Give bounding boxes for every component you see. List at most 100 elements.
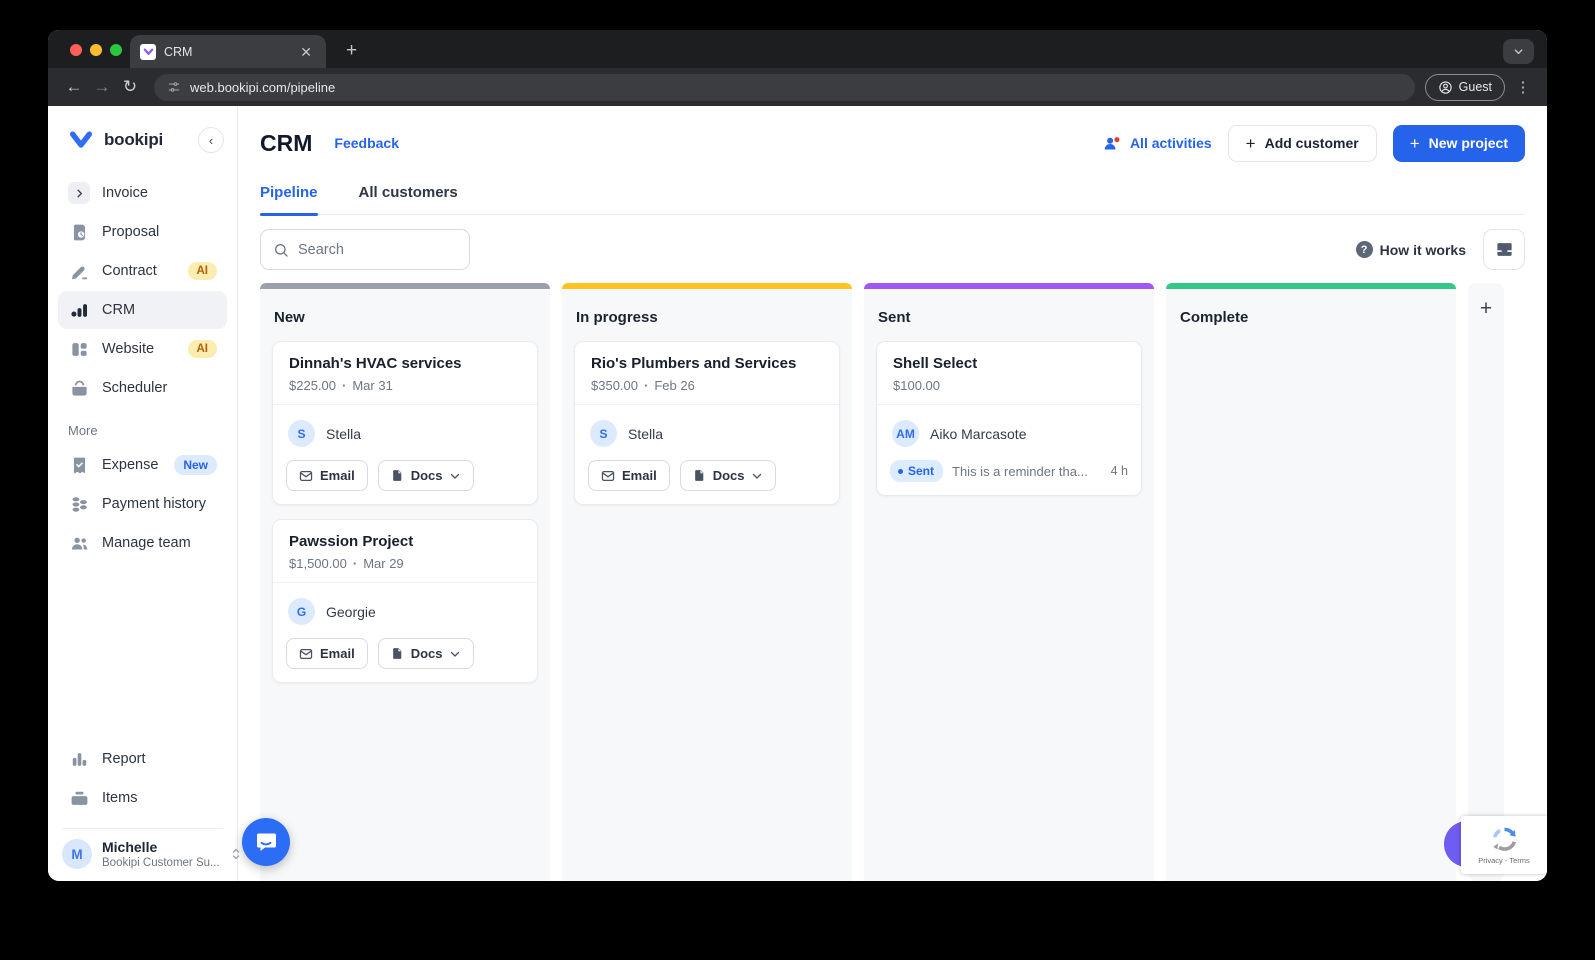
- activities-icon: [1104, 136, 1120, 149]
- site-settings-icon[interactable]: [167, 80, 181, 94]
- pipeline-card[interactable]: Rio's Plumbers and Services $350.00 Feb 26…: [574, 341, 840, 505]
- activity-time: 4 h: [1110, 464, 1128, 478]
- new-tab-button[interactable]: +: [340, 40, 363, 62]
- card-header: Dinnah's HVAC services $225.00 Mar 31: [273, 342, 537, 404]
- sidebar-item-items[interactable]: Items: [58, 779, 227, 817]
- screen: CRM ✕ + ← → ↻ web.bookipi.com/pipeline G…: [0, 0, 1595, 960]
- contact-row: S Stella: [288, 420, 522, 447]
- sidebar-item-label: Contract: [102, 263, 157, 279]
- contact-name: Stella: [326, 425, 362, 442]
- column-title: Complete: [1180, 309, 1249, 326]
- add-column-button[interactable]: +: [1468, 283, 1504, 881]
- traffic-light-minimize[interactable]: [90, 44, 102, 56]
- tab-search-chevron-button[interactable]: [1503, 39, 1534, 64]
- recaptcha-text[interactable]: Privacy - Terms: [1478, 856, 1530, 865]
- sidebar-item-report[interactable]: Report: [58, 740, 227, 778]
- user-menu[interactable]: M Michelle Bookipi Customer Su...: [48, 829, 239, 873]
- tab-close-icon[interactable]: ✕: [296, 43, 316, 61]
- card-actions: Email Docs: [286, 460, 524, 491]
- card-meta: $350.00 Feb 26: [591, 378, 823, 393]
- card-actions: Email Docs: [286, 638, 524, 669]
- docs-button[interactable]: Docs: [377, 460, 475, 491]
- docs-button-label: Docs: [712, 468, 745, 483]
- contact-avatar: AM: [892, 420, 919, 447]
- pipeline-card[interactable]: Pawssion Project $1,500.00 Mar 29 G Georgie E…: [272, 519, 538, 683]
- new-project-button[interactable]: + New project: [1392, 124, 1525, 162]
- docs-button-label: Docs: [410, 646, 443, 661]
- card-title: Rio's Plumbers and Services: [591, 355, 797, 372]
- tab-title: CRM: [164, 44, 193, 59]
- document-icon: [391, 469, 404, 482]
- sidebar-item-crm[interactable]: CRM: [58, 291, 227, 329]
- contact-name: Aiko Marcasote: [930, 425, 1027, 442]
- tab-pipeline[interactable]: Pipeline: [260, 184, 318, 216]
- proposal-icon: [68, 221, 90, 243]
- browser-tab-strip: CRM ✕ +: [48, 30, 1547, 68]
- recaptcha-badge[interactable]: Privacy - Terms: [1461, 816, 1547, 874]
- card-body: S Stella Email Docs: [273, 404, 537, 504]
- column-title: Sent: [878, 309, 911, 326]
- chat-widget-button[interactable]: [242, 818, 290, 866]
- board-column-sent: Sent Shell Select $100.00 AM Aiko Marcasote S…: [864, 283, 1154, 881]
- sidebar-item-payment-history[interactable]: Payment history: [58, 485, 227, 523]
- back-button[interactable]: ←: [60, 73, 88, 101]
- chevron-down-icon: [751, 470, 763, 482]
- inbox-icon: [1496, 243, 1512, 256]
- sidebar-item-label: Scheduler: [102, 380, 168, 396]
- user-name: Michelle: [102, 839, 158, 855]
- sidebar-item-invoice[interactable]: Invoice: [58, 174, 227, 212]
- traffic-light-close[interactable]: [70, 44, 82, 56]
- address-bar[interactable]: web.bookipi.com/pipeline: [154, 73, 1415, 101]
- pipeline-card[interactable]: Dinnah's HVAC services $225.00 Mar 31 S Stel…: [272, 341, 538, 505]
- sidebar-item-expense[interactable]: Expense New: [58, 446, 227, 484]
- search-icon: [275, 243, 288, 257]
- activity-message: This is a reminder tha...: [952, 463, 1088, 479]
- sidebar-item-scheduler[interactable]: Scheduler: [58, 369, 227, 407]
- traffic-light-zoom[interactable]: [110, 44, 122, 56]
- sidebar-item-label: CRM: [102, 302, 136, 318]
- email-button[interactable]: Email: [286, 638, 368, 669]
- card-title: Pawssion Project: [289, 533, 414, 550]
- document-icon: [391, 647, 404, 660]
- email-icon: [299, 647, 313, 661]
- sidebar-item-contract[interactable]: Contract AI: [58, 252, 227, 290]
- status-badge: Sent: [890, 460, 944, 482]
- page-title: CRM: [260, 129, 313, 156]
- forward-button[interactable]: →: [88, 73, 116, 101]
- sidebar-item-proposal[interactable]: Proposal: [58, 213, 227, 251]
- how-it-works-link[interactable]: ? How it works: [1355, 241, 1466, 258]
- profile-button[interactable]: Guest: [1424, 73, 1505, 101]
- search-box[interactable]: [260, 229, 470, 270]
- browser-menu-icon[interactable]: ⋮: [1511, 78, 1535, 96]
- all-activities-link[interactable]: All activities: [1103, 134, 1212, 153]
- page-header: CRM Feedback All activities + Add custom…: [260, 122, 1525, 164]
- badge-ai: AI: [187, 262, 217, 280]
- tab-all-customers[interactable]: All customers: [359, 184, 458, 214]
- sidebar-more-label: More: [68, 423, 98, 438]
- email-button[interactable]: Email: [588, 460, 670, 491]
- column-body: Complete: [1166, 289, 1456, 881]
- column-title: New: [274, 309, 305, 326]
- browser-tab[interactable]: CRM ✕: [130, 35, 326, 68]
- archive-button[interactable]: [1483, 229, 1525, 270]
- search-input[interactable]: [298, 241, 457, 258]
- card-amount: $100.00: [893, 378, 940, 393]
- sidebar-item-label: Proposal: [102, 224, 160, 240]
- docs-button[interactable]: Docs: [679, 460, 777, 491]
- docs-button[interactable]: Docs: [377, 638, 475, 669]
- browser-window: CRM ✕ + ← → ↻ web.bookipi.com/pipeline G…: [48, 30, 1547, 881]
- bookipi-logo-icon: [69, 131, 93, 148]
- sidebar-item-manage-team[interactable]: Manage team: [58, 524, 227, 562]
- contact-name: Georgie: [326, 603, 376, 620]
- add-customer-button[interactable]: + Add customer: [1227, 124, 1377, 162]
- reload-button[interactable]: ↻: [116, 73, 144, 101]
- column-title: In progress: [576, 309, 658, 326]
- email-button[interactable]: Email: [286, 460, 368, 491]
- feedback-link[interactable]: Feedback: [334, 135, 399, 151]
- brand-row: bookipi ‹: [48, 120, 237, 160]
- sidebar-item-website[interactable]: Website AI: [58, 330, 227, 368]
- pipeline-card[interactable]: Shell Select $100.00 AM Aiko Marcasote Sent T…: [876, 341, 1142, 496]
- card-date: Feb 26: [654, 378, 695, 393]
- main-content: CRM Feedback All activities + Add custom…: [238, 106, 1547, 881]
- sidebar-collapse-button[interactable]: ‹: [198, 127, 224, 153]
